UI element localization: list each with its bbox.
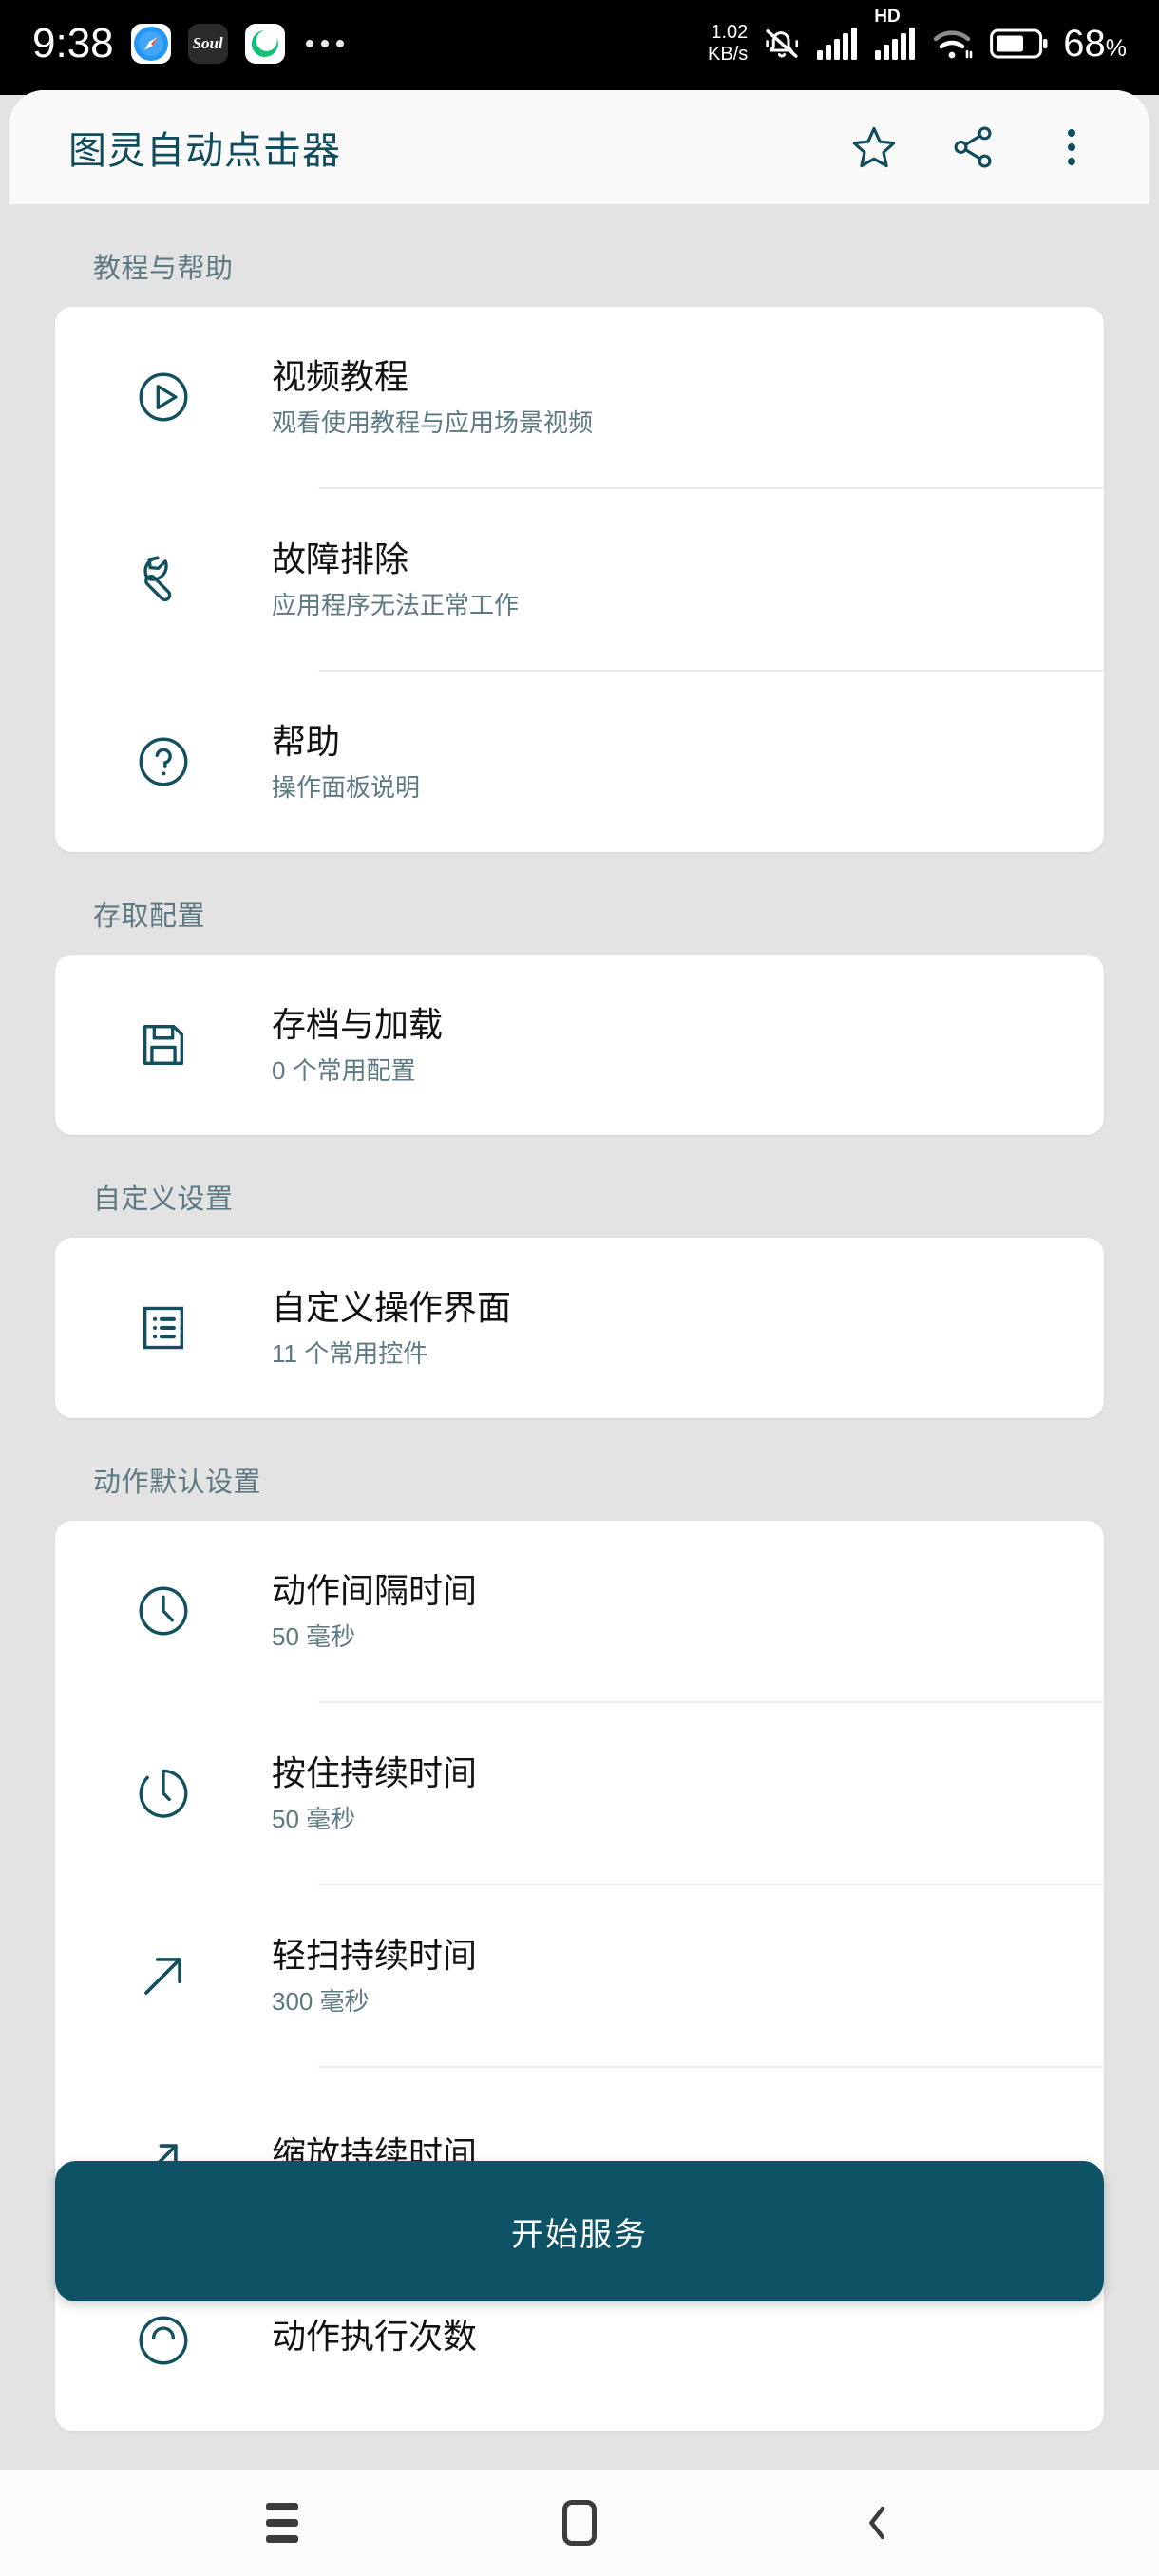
hd-signal-group: HD	[874, 8, 918, 61]
list-item-custom-ui[interactable]: 自定义操作界面 11 个常用控件	[55, 1238, 1104, 1418]
list-item-text: 视频教程 观看使用教程与应用场景视频	[272, 325, 1104, 470]
status-overflow-dots	[305, 40, 344, 47]
list-item-subtitle: 0 个常用配置	[272, 1055, 416, 1085]
clock-icon	[55, 1582, 272, 1640]
network-speed-unit: KB/s	[708, 44, 749, 65]
save-floppy-icon	[55, 1017, 272, 1072]
list-item-subtitle: 操作面板说明	[272, 772, 421, 802]
list-item-title: 视频教程	[272, 356, 409, 396]
wrench-icon	[55, 550, 272, 609]
list-item-hold-duration[interactable]: 按住持续时间 50 毫秒	[55, 1703, 1104, 1884]
list-item-title: 动作执行次数	[272, 2316, 478, 2356]
list-item-help[interactable]: 帮助 操作面板说明	[55, 672, 1104, 852]
network-speed: 1.02 KB/s	[708, 22, 748, 66]
card-tutorials: 视频教程 观看使用教程与应用场景视频 故障排除 应用程序无法正常工作 帮助 操作…	[55, 307, 1104, 852]
signal-bars-icon	[816, 27, 860, 61]
status-clock: 9:38	[32, 20, 114, 66]
arrow-up-right-icon	[55, 1946, 272, 2005]
page-title: 图灵自动点击器	[68, 130, 341, 172]
start-service-label: 开始服务	[511, 2216, 648, 2253]
list-item-text: 按住持续时间 50 毫秒	[272, 1721, 1104, 1866]
list-item-save-load[interactable]: 存档与加载 0 个常用配置	[55, 955, 1104, 1135]
section-title-storage: 存取配置	[93, 901, 206, 932]
card-storage: 存档与加载 0 个常用配置	[55, 955, 1104, 1135]
battery-percent-value: 68	[1063, 22, 1106, 65]
home-icon[interactable]	[537, 2480, 622, 2566]
start-service-button[interactable]: 开始服务	[55, 2161, 1104, 2301]
status-bar-left: 9:38 Soul	[32, 20, 344, 67]
list-item-text: 轻扫持续时间 300 毫秒	[272, 1904, 1104, 2049]
wifi-icon	[932, 27, 976, 61]
list-item-subtitle: 应用程序无法正常工作	[272, 590, 520, 619]
network-speed-value: 1.02	[711, 22, 749, 43]
safari-icon	[130, 24, 171, 64]
list-document-icon	[55, 1300, 272, 1355]
list-item-video-tutorial[interactable]: 视频教程 观看使用教程与应用场景视频	[55, 307, 1104, 487]
back-icon[interactable]	[834, 2480, 920, 2566]
list-item-text: 动作间隔时间 50 毫秒	[272, 1539, 1104, 1684]
app-window: 图灵自动点击器 教程与帮助 视频教程 观看使用教程与应用场景视频 故障排除 应用…	[10, 90, 1150, 2484]
repeat-icon	[55, 2311, 272, 2370]
list-item-subtitle: 11 个常用控件	[272, 1338, 428, 1368]
section-title-customize: 自定义设置	[93, 1184, 234, 1215]
battery-percent-symbol: %	[1105, 34, 1127, 62]
battery-icon	[990, 28, 1049, 60]
app-bar-actions	[847, 121, 1112, 174]
more-vertical-icon[interactable]	[1045, 121, 1098, 174]
soul-app-label: Soul	[192, 34, 223, 52]
list-item-text: 自定义操作界面 11 个常用控件	[272, 1256, 1104, 1401]
list-item-title: 故障排除	[272, 539, 409, 578]
green-app-icon	[244, 24, 285, 64]
list-item-title: 轻扫持续时间	[272, 1935, 478, 1975]
list-item-text: 存档与加载 0 个常用配置	[272, 973, 1104, 1118]
list-item-subtitle: 300 毫秒	[272, 1986, 370, 2016]
system-nav-bar	[0, 2470, 1159, 2576]
settings-list[interactable]: 教程与帮助 视频教程 观看使用教程与应用场景视频 故障排除 应用程序无法正常工作…	[10, 204, 1150, 2484]
list-item-text: 故障排除 应用程序无法正常工作	[272, 507, 1104, 653]
section-title-action-defaults: 动作默认设置	[93, 1468, 262, 1498]
status-bar-right: 1.02 KB/s HD 68%	[708, 8, 1127, 66]
star-outline-icon[interactable]	[847, 121, 901, 174]
list-item-title: 按住持续时间	[272, 1752, 478, 1792]
hd-label: HD	[874, 7, 901, 27]
recents-icon[interactable]	[239, 2480, 325, 2566]
list-item-subtitle: 观看使用教程与应用场景视频	[272, 407, 594, 437]
timer-icon	[55, 1764, 272, 1823]
play-circle-icon	[55, 368, 272, 426]
share-icon[interactable]	[946, 121, 999, 174]
bell-muted-icon	[762, 24, 802, 64]
list-item-title: 自定义操作界面	[272, 1287, 512, 1327]
list-item-swipe-duration[interactable]: 轻扫持续时间 300 毫秒	[55, 1885, 1104, 2066]
list-item-subtitle: 50 毫秒	[272, 1804, 356, 1833]
list-item-title: 帮助	[272, 721, 341, 761]
soul-app-icon: Soul	[187, 24, 228, 64]
list-item-title: 存档与加载	[272, 1004, 444, 1044]
list-item-troubleshooting[interactable]: 故障排除 应用程序无法正常工作	[55, 489, 1104, 670]
help-circle-icon	[55, 732, 272, 791]
status-bar: 9:38 Soul 1.02 KB/s HD 68%	[0, 0, 1159, 95]
list-item-text: 帮助 操作面板说明	[272, 690, 1104, 835]
section-title-tutorials: 教程与帮助	[93, 254, 234, 284]
card-customize: 自定义操作界面 11 个常用控件	[55, 1238, 1104, 1418]
app-bar: 图灵自动点击器	[10, 90, 1150, 204]
list-item-title: 动作间隔时间	[272, 1570, 478, 1610]
battery-percent: 68%	[1063, 23, 1127, 66]
list-item-action-interval[interactable]: 动作间隔时间 50 毫秒	[55, 1521, 1104, 1701]
list-item-subtitle: 50 毫秒	[272, 1621, 356, 1651]
